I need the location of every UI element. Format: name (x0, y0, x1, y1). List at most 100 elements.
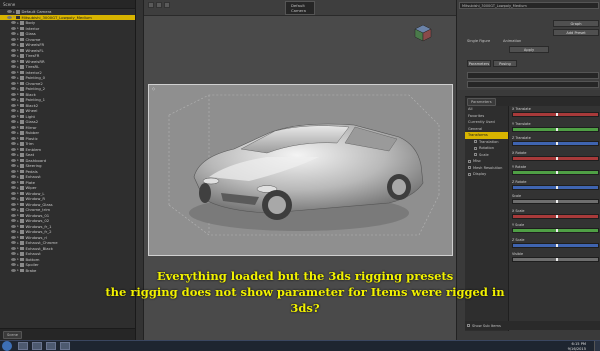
tree-item-label: Black2 (25, 102, 39, 108)
slider-knob[interactable] (555, 127, 558, 131)
slider-bar[interactable] (512, 170, 599, 175)
slider-knob[interactable] (555, 171, 558, 174)
bone-icon (20, 136, 24, 140)
viewport-toolbar (148, 2, 170, 8)
bone-icon (20, 32, 24, 36)
bone-icon (20, 92, 24, 96)
slider-knob[interactable] (555, 229, 558, 232)
bone-icon (20, 81, 24, 85)
parameter-slider[interactable]: Y Rotate (510, 164, 600, 179)
slider-bar[interactable] (512, 228, 599, 233)
slider-bar[interactable] (512, 155, 599, 161)
explorer-icon[interactable] (18, 342, 28, 350)
tree-item-label: Mirror (25, 124, 37, 130)
view-cube-icon[interactable] (414, 24, 432, 42)
footer-tab[interactable]: Scene (3, 330, 22, 339)
tree-item-label: Exhaust_Chrome (25, 240, 58, 246)
scene-tab[interactable]: Scene (3, 2, 15, 7)
move-tool-icon[interactable] (148, 2, 154, 8)
tree-item-label: Chrome (25, 36, 41, 42)
bone-icon (20, 142, 24, 146)
tree-item-label: Windows_01 (25, 212, 50, 218)
slider-knob[interactable] (555, 214, 558, 218)
bone-icon (20, 186, 24, 190)
slider-knob[interactable] (555, 200, 558, 203)
windows-taskbar: 6:15 PM 9/16/2015 (0, 340, 600, 351)
bone-icon (20, 246, 24, 250)
slider-knob[interactable] (555, 243, 558, 247)
parameter-slider[interactable]: Z Scale (510, 237, 600, 252)
checkbox-icon[interactable] (474, 153, 477, 157)
preset-dropdown[interactable] (467, 72, 599, 79)
slider-bar[interactable] (512, 199, 599, 204)
bone-icon (20, 158, 24, 162)
tree-item-label: Painting_1 (25, 97, 46, 103)
parameter-slider[interactable]: Y Scale (510, 222, 600, 237)
app-icon[interactable] (60, 342, 70, 350)
checkbox-icon[interactable] (467, 324, 470, 327)
daz-studio-window: Scene ▸ Default Camera ▾ Mitsubishi_3000… (0, 0, 600, 351)
browser-icon[interactable] (32, 342, 42, 350)
checkbox-icon[interactable] (474, 140, 477, 144)
tree-item-label: Wiper (25, 185, 37, 191)
checkbox-icon[interactable] (468, 172, 471, 176)
show-desktop-button[interactable] (594, 341, 600, 351)
slider-bar[interactable] (512, 126, 599, 132)
system-clock[interactable]: 6:15 PM 9/16/2015 (568, 342, 586, 351)
slider-knob[interactable] (555, 258, 558, 261)
checkbox-icon[interactable] (474, 146, 477, 150)
viewport-topbar: Default Camera (144, 0, 456, 16)
parameter-slider[interactable]: Y Translate (510, 121, 600, 136)
parameter-slider[interactable]: Z Translate (510, 135, 600, 150)
slider-bar[interactable] (512, 242, 599, 248)
tree-item-label: Windows_fr_1 (25, 223, 52, 229)
preset-dropdown-2[interactable] (467, 81, 599, 88)
start-button[interactable] (2, 341, 12, 351)
tab-posing[interactable]: Posing (493, 60, 517, 67)
parameter-slider[interactable]: X Scale (510, 208, 600, 223)
property-group-item[interactable]: Display (465, 171, 508, 178)
tree-item-label: Windows_fr_2 (25, 229, 52, 235)
parameter-slider[interactable]: Z Rotate (510, 179, 600, 194)
slider-bar[interactable] (512, 257, 599, 262)
scene-pane-header: Scene (0, 0, 135, 9)
tree-item-label: Exhaust_Black (25, 245, 53, 251)
slider-bar[interactable] (512, 213, 599, 219)
tree-item-label: Steering (25, 163, 42, 169)
checkbox-icon[interactable] (468, 159, 471, 163)
parameter-slider[interactable]: X Rotate (510, 150, 600, 165)
slider-knob[interactable] (555, 156, 558, 160)
daz-studio-icon[interactable] (46, 342, 56, 350)
slider-knob[interactable] (555, 185, 558, 189)
bone-icon (20, 202, 24, 206)
checkbox-icon[interactable] (468, 166, 471, 170)
property-group-label: Rotation (479, 146, 495, 151)
camera-dropdown[interactable]: Default Camera (285, 0, 315, 15)
parameter-slider[interactable]: X Translate (510, 106, 600, 121)
single-figure-option[interactable]: Single Figure (467, 39, 490, 43)
figure-dropdown[interactable]: Mitsubishi_3000GT_Lowpoly_Medium (459, 2, 599, 9)
slider-knob[interactable] (555, 142, 558, 145)
animation-option[interactable]: Animation (503, 39, 521, 43)
apply-button[interactable]: Apply (509, 46, 549, 53)
add-preset-button[interactable]: Add Preset (553, 29, 599, 36)
graph-button[interactable]: Graph (553, 20, 599, 27)
show-sub-items-checkbox[interactable]: Show Sub Items (467, 322, 501, 329)
3d-viewport[interactable]: ◇ (148, 84, 453, 256)
scale-tool-icon[interactable] (164, 2, 170, 8)
tree-item-label: Chrome_trim (25, 207, 51, 213)
property-group-label: General (468, 126, 483, 131)
bone-icon (20, 153, 24, 157)
tree-item-label: Painting_2 (25, 86, 46, 92)
slider-bar[interactable] (512, 184, 599, 190)
parameter-slider[interactable]: Visible (510, 251, 600, 266)
tree-item-label: Painting_0 (25, 75, 46, 81)
parameter-slider[interactable]: Scale (510, 193, 600, 208)
slider-knob[interactable] (555, 113, 558, 116)
bone-icon (20, 208, 24, 212)
slider-bar[interactable] (512, 112, 599, 117)
tab-parameters-pane[interactable]: Parameters (467, 97, 496, 106)
tab-parameters[interactable]: Parameters (467, 60, 491, 67)
rotate-tool-icon[interactable] (156, 2, 162, 8)
slider-bar[interactable] (512, 141, 599, 146)
